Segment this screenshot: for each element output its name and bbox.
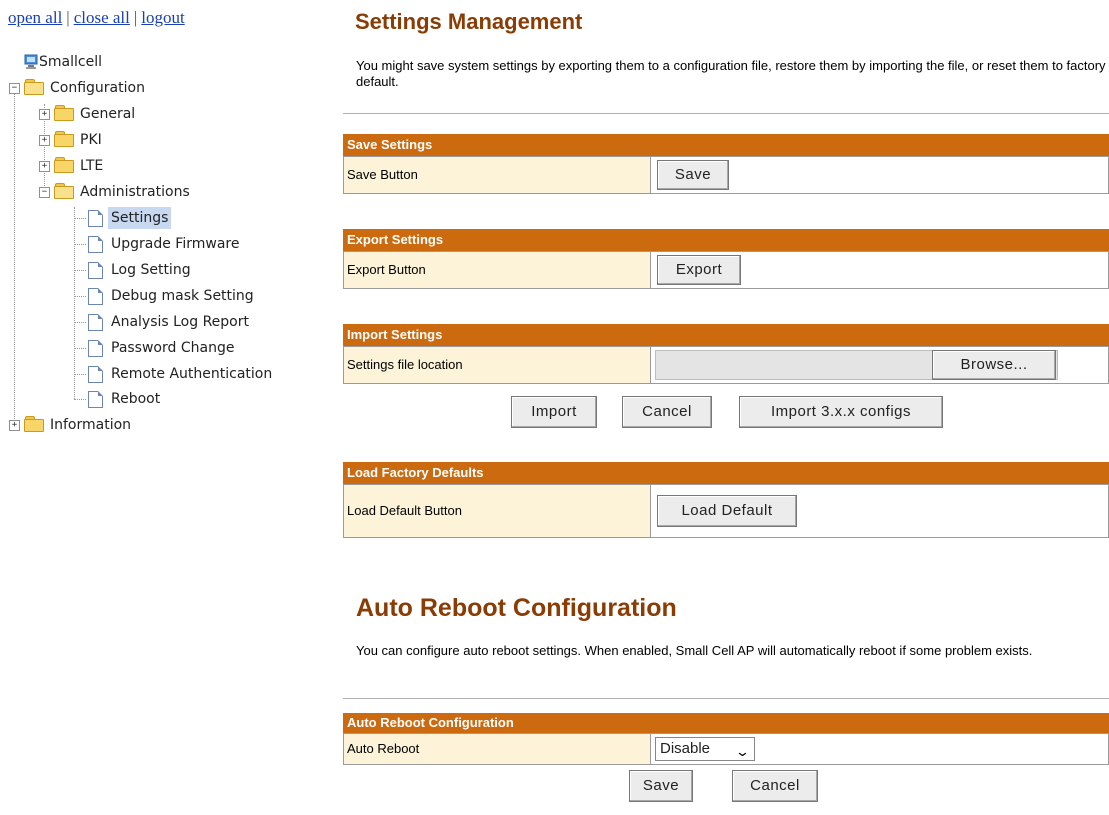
export-button[interactable]: Export (657, 255, 741, 285)
folder-icon (54, 105, 74, 121)
tree-node-label: Settings (108, 207, 172, 229)
section-description: You can configure auto reboot settings. … (356, 643, 1033, 658)
section-header: Save Settings (343, 134, 1109, 156)
open-folder-icon (54, 183, 74, 199)
import-3x-configs-button[interactable]: Import 3.x.x configs (739, 396, 943, 428)
field-label: Settings file location (344, 347, 651, 383)
import-button[interactable]: Import (511, 396, 597, 428)
tree-connector (74, 244, 86, 245)
page-title: Settings Management (355, 9, 583, 34)
field-label: Load Default Button (344, 485, 651, 537)
expand-icon[interactable]: + (39, 135, 50, 146)
collapse-icon[interactable]: − (9, 83, 20, 94)
tree-node-label: Administrations (80, 184, 190, 200)
divider (343, 698, 1109, 699)
form-row: Auto Reboot Disable ⌄ (343, 733, 1109, 765)
open-folder-icon (24, 79, 44, 95)
folder-icon (54, 157, 74, 173)
tree-node-label: Upgrade Firmware (111, 236, 240, 252)
field-label: Save Button (344, 157, 651, 193)
save-button[interactable]: Save (629, 770, 693, 802)
expand-icon[interactable]: + (39, 109, 50, 120)
collapse-icon[interactable]: − (39, 187, 50, 198)
tree-node-label: Configuration (50, 80, 145, 96)
page-icon (88, 210, 103, 227)
tree-connector (14, 92, 15, 425)
page-description: You might save system settings by export… (356, 58, 1106, 89)
section-title: Auto Reboot Configuration (356, 594, 677, 622)
tree-node-label: PKI (80, 132, 102, 148)
factory-defaults-section: Load Factory Defaults Load Default Butto… (343, 462, 1109, 538)
save-button[interactable]: Save (657, 160, 729, 190)
field-value: Save (652, 157, 1108, 193)
tree-connector (74, 322, 86, 323)
tree-connector (74, 270, 86, 271)
tree-node-label: Information (50, 417, 132, 433)
field-value: Export (652, 252, 1108, 288)
tree-node-label: Debug mask Setting (111, 288, 254, 304)
tree-node-label: Password Change (111, 340, 235, 356)
tree-node-label: Log Setting (111, 262, 191, 278)
tree-node-label: Smallcell (39, 54, 102, 70)
save-settings-section: Save Settings Save Button Save (343, 134, 1109, 194)
tree-connector (74, 296, 86, 297)
page-icon (88, 340, 103, 357)
tree-node-label: General (80, 106, 136, 122)
navigation-panel: open all | close all | logout Smallcell − Co… (0, 0, 330, 815)
tree-node-label: Remote Authentication (111, 366, 273, 382)
form-row: Export Button Export (343, 251, 1109, 289)
field-value: Load Default (652, 485, 1108, 537)
field-value: Browse... (652, 347, 1108, 383)
field-label: Auto Reboot (344, 734, 651, 764)
section-header: Auto Reboot Configuration (343, 713, 1109, 733)
form-row: Settings file location Browse... (343, 346, 1109, 384)
tree-connector (74, 399, 86, 400)
load-default-button[interactable]: Load Default (657, 495, 797, 527)
chevron-down-icon: ⌄ (734, 744, 751, 759)
page-icon (88, 288, 103, 305)
tree-connector (74, 218, 86, 219)
form-row: Load Default Button Load Default (343, 484, 1109, 538)
tree-node-label: Reboot (111, 391, 161, 407)
tree-node-label: Analysis Log Report (111, 314, 249, 330)
import-settings-section: Import Settings Settings file location B… (343, 324, 1109, 434)
navigation-tree: Smallcell − Configuration + General + PK… (0, 0, 330, 815)
cancel-button[interactable]: Cancel (622, 396, 712, 428)
section-header: Load Factory Defaults (343, 462, 1109, 484)
folder-icon (54, 131, 74, 147)
field-label: Export Button (344, 252, 651, 288)
section-header: Export Settings (343, 229, 1109, 251)
browse-button[interactable]: Browse... (932, 350, 1056, 380)
divider (343, 113, 1109, 114)
page-icon (88, 314, 103, 331)
section-header: Import Settings (343, 324, 1109, 346)
page-icon (88, 236, 103, 253)
tree-connector (74, 374, 86, 375)
page-icon (88, 391, 103, 408)
tree-connector (74, 207, 75, 399)
auto-reboot-select[interactable]: Disable ⌄ (655, 737, 755, 761)
expand-icon[interactable]: + (39, 161, 50, 172)
form-row: Save Button Save (343, 156, 1109, 194)
export-settings-section: Export Settings Export Button Export (343, 229, 1109, 289)
page-icon (88, 262, 103, 279)
select-value: Disable (660, 740, 711, 757)
page-icon (88, 366, 103, 383)
tree-node-label: LTE (80, 158, 104, 174)
tree-connector (74, 348, 86, 349)
folder-icon (24, 416, 44, 432)
expand-icon[interactable]: + (9, 420, 20, 431)
field-value: Disable ⌄ (652, 734, 1108, 764)
cancel-button[interactable]: Cancel (732, 770, 818, 802)
auto-reboot-section: Auto Reboot Configuration Auto Reboot Di… (343, 713, 1109, 813)
